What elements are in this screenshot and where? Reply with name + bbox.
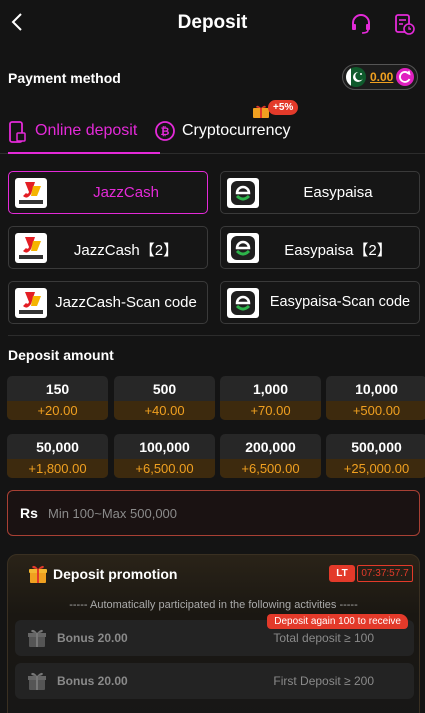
method-easypaisa-scan[interactable]: Easypaisa-Scan code xyxy=(220,281,420,324)
tab-cryptocurrency[interactable]: ₿ Cryptocurrency xyxy=(154,120,314,154)
payment-method-row: Payment method 0.00 xyxy=(8,64,418,90)
jazzcash-logo xyxy=(15,288,47,318)
method-jazzcash-2[interactable]: JazzCash【2】 xyxy=(8,226,208,269)
gift-box-icon xyxy=(28,629,46,647)
currency-symbol: Rs xyxy=(20,505,38,521)
amount-option[interactable]: 500,000 +25,000.00 xyxy=(326,434,425,478)
amount-option[interactable]: 50,000 +1,800.00 xyxy=(7,434,108,478)
amount-option[interactable]: 500 +40.00 xyxy=(114,376,215,420)
header: Deposit xyxy=(0,0,425,48)
gift-box-icon xyxy=(28,672,46,690)
deposit-amount-title: Deposit amount xyxy=(8,347,114,363)
amount-placeholder: Min 100~Max 500,000 xyxy=(48,506,178,521)
auto-participate-text: ----- Automatically participated in the … xyxy=(69,599,358,611)
divider xyxy=(8,335,420,336)
amount-value: 100,000 xyxy=(139,439,190,455)
easypaisa-logo xyxy=(227,178,259,208)
amount-bonus: +6,500.00 xyxy=(114,459,215,478)
bitcoin-icon: ₿ xyxy=(155,121,175,141)
jazzcash-logo xyxy=(15,178,47,208)
amount-value: 500 xyxy=(152,381,177,397)
amount-value: 50,000 xyxy=(36,439,79,455)
amount-option[interactable]: 200,000 +6,500.00 xyxy=(220,434,321,478)
amount-value: 150 xyxy=(45,381,70,397)
method-jazzcash-scan[interactable]: JazzCash-Scan code xyxy=(8,281,208,324)
amount-value: 200,000 xyxy=(245,439,296,455)
method-name: JazzCash xyxy=(93,184,159,201)
promotion-title: Deposit promotion xyxy=(53,566,178,582)
refresh-icon[interactable] xyxy=(396,68,414,86)
balance-value: 0.00 xyxy=(370,70,394,84)
amount-bonus: +25,000.00 xyxy=(326,459,425,478)
amount-bonus: +70.00 xyxy=(220,401,321,420)
bonus-condition: Total deposit ≥ 100 xyxy=(273,631,374,645)
amount-option[interactable]: 1,000 +70.00 xyxy=(220,376,321,420)
amount-bonus: +6,500.00 xyxy=(220,459,321,478)
balance-pill[interactable]: 0.00 xyxy=(342,64,418,90)
method-name: Easypaisa-Scan code xyxy=(269,294,411,310)
bonus-condition: First Deposit ≥ 200 xyxy=(273,674,374,688)
jazzcash-logo xyxy=(15,233,47,263)
amount-bonus: +500.00 xyxy=(326,401,425,420)
amount-option[interactable]: 100,000 +6,500.00 xyxy=(114,434,215,478)
deposit-amount-input[interactable]: Rs Min 100~Max 500,000 xyxy=(7,490,420,536)
amount-value: 10,000 xyxy=(355,381,398,397)
bonus-item: Bonus 20.00 Total deposit ≥ 100 Deposit … xyxy=(15,614,414,656)
phone-icon xyxy=(9,121,26,143)
method-name: JazzCash【2】 xyxy=(73,242,179,259)
amount-bonus: +1,800.00 xyxy=(7,459,108,478)
tab-online-deposit[interactable]: Online deposit xyxy=(8,120,160,154)
amount-bonus: +20.00 xyxy=(7,401,108,420)
amount-option[interactable]: 10,000 +500.00 xyxy=(326,376,425,420)
method-name: JazzCash-Scan code xyxy=(55,294,197,311)
method-name: Easypaisa xyxy=(303,184,373,201)
svg-text:₿: ₿ xyxy=(161,125,170,138)
easypaisa-logo xyxy=(227,288,259,318)
bonus-name: Bonus 20.00 xyxy=(57,631,128,645)
amount-option[interactable]: 150 +20.00 xyxy=(7,376,108,420)
record-icon[interactable] xyxy=(392,12,416,36)
bonus-tip: Deposit again 100 to receive xyxy=(267,614,408,629)
method-easypaisa-2[interactable]: Easypaisa【2】 xyxy=(220,226,420,269)
method-easypaisa[interactable]: Easypaisa xyxy=(220,171,420,214)
bonus-item: Bonus 20.00 First Deposit ≥ 200 xyxy=(15,663,414,699)
method-name: Easypaisa【2】 xyxy=(284,242,392,259)
tab-cryptocurrency-label: Cryptocurrency xyxy=(182,122,291,139)
easypaisa-logo xyxy=(227,233,259,263)
amount-value: 500,000 xyxy=(351,439,402,455)
gift-icon xyxy=(29,565,47,583)
amount-bonus: +40.00 xyxy=(114,401,215,420)
bonus-name: Bonus 20.00 xyxy=(57,674,128,688)
deposit-promotion-card: Deposit promotion LT 07:37:57.7 ----- Au… xyxy=(7,554,420,713)
method-jazzcash[interactable]: JazzCash xyxy=(8,171,208,214)
headset-icon[interactable] xyxy=(349,12,373,36)
limited-time-badge: LT xyxy=(329,565,355,582)
pakistan-flag-icon xyxy=(346,67,366,87)
payment-tabs: Online deposit ₿ Cryptocurrency xyxy=(0,110,425,154)
amount-value: 1,000 xyxy=(252,381,289,397)
tab-online-deposit-label: Online deposit xyxy=(35,122,138,139)
promotion-timer: 07:37:57.7 xyxy=(357,565,413,582)
